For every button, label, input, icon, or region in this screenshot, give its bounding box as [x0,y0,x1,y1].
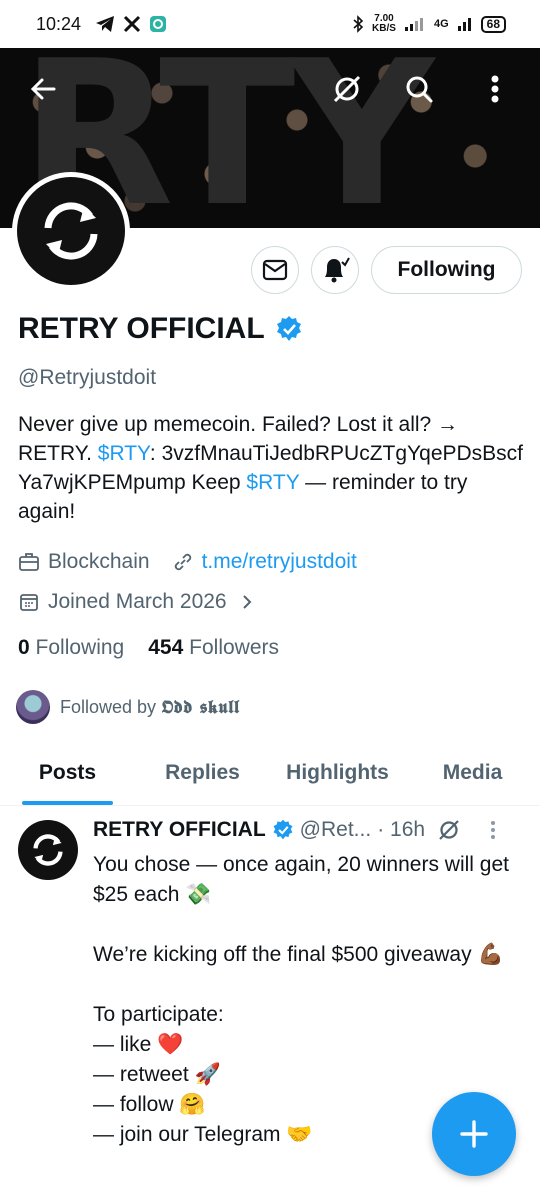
message-button[interactable] [251,246,299,294]
mail-icon [262,259,288,281]
grok-button[interactable] [322,64,372,114]
bell-check-icon [325,257,350,283]
search-icon [406,76,433,103]
grok-icon [439,820,459,840]
verified-badge-icon [273,819,293,840]
tweet-author-name: RETRY OFFICIAL [93,818,266,841]
signal-icon-2 [457,18,471,31]
grok-icon [333,75,361,103]
follower-avatar [16,690,50,724]
tweet-more-icon [491,821,496,839]
tweet-time: · 16h [377,818,426,841]
profile-bio: Never give up memecoin. Failed? Lost it … [18,413,524,523]
x-logo-icon [123,15,141,33]
following-count-link[interactable]: 0 Following [18,636,124,660]
status-right: 7.00 KB/S 4G 68 [352,14,506,34]
follower-name: 𝕺𝖉𝖉 𝖘𝖐𝖚𝖑𝖑 [161,696,240,718]
profile-name: RETRY OFFICIAL [18,312,265,345]
followers-count-link[interactable]: 454 Followers [148,636,279,660]
joined-row[interactable]: Joined March 2026 [18,590,257,614]
profile-meta: Blockchain t.me/retryjustdoit [18,550,357,574]
back-button[interactable] [18,64,68,114]
followed-by[interactable]: Followed by 𝕺𝖉𝖉 𝖘𝖐𝖚𝖑𝖑 [16,690,240,724]
profile-avatar[interactable] [12,172,130,290]
tweet-author-handle: @Ret... [299,818,372,841]
website-link[interactable]: t.me/retryjustdoit [202,550,357,574]
cashtag-link[interactable]: $RTY [98,442,150,465]
retry-logo-icon [44,202,98,260]
plus-icon [460,1120,488,1148]
verified-badge-icon [276,316,301,341]
tweet-avatar[interactable] [18,820,78,880]
cashtag-link[interactable]: $RTY [246,471,299,494]
profile-category: Blockchain [48,550,150,573]
tab-highlights[interactable]: Highlights [270,740,405,805]
battery-indicator: 68 [480,15,506,33]
link-icon [174,553,191,571]
search-button[interactable] [394,64,444,114]
tab-replies[interactable]: Replies [135,740,270,805]
bluetooth-icon [353,15,364,33]
retry-logo-icon [33,834,63,866]
briefcase-icon [19,553,39,571]
more-options-button[interactable] [470,64,520,114]
telegram-icon [96,16,115,32]
tweet-header: RETRY OFFICIAL @Ret... · 16h [93,818,497,842]
chevron-right-icon [242,595,252,609]
app-icon [150,16,167,32]
following-button[interactable]: Following [371,246,522,294]
profile-tabs: Posts Replies Highlights Media [0,740,540,806]
profile-handle: @Retryjustdoit [18,366,157,389]
joined-date: Joined March 2026 [48,590,227,613]
profile-name-row: RETRY OFFICIAL [18,312,303,346]
network-type: 4G [433,18,449,30]
more-vertical-icon [491,75,499,103]
back-arrow-icon [30,78,56,100]
compose-post-button[interactable] [432,1092,516,1176]
network-speed: 7.00 KB/S [372,13,396,34]
follow-counts: 0 Following 454 Followers [18,636,279,660]
tab-posts[interactable]: Posts [0,740,135,805]
calendar-icon [20,594,38,611]
notification-icons [95,15,167,33]
notifications-button[interactable] [311,246,359,294]
signal-icon [404,18,423,31]
tab-media[interactable]: Media [405,740,540,805]
status-bar: 10:24 7.00 KB/S 4G 68 [0,0,540,48]
status-time: 10:24 [36,13,82,34]
